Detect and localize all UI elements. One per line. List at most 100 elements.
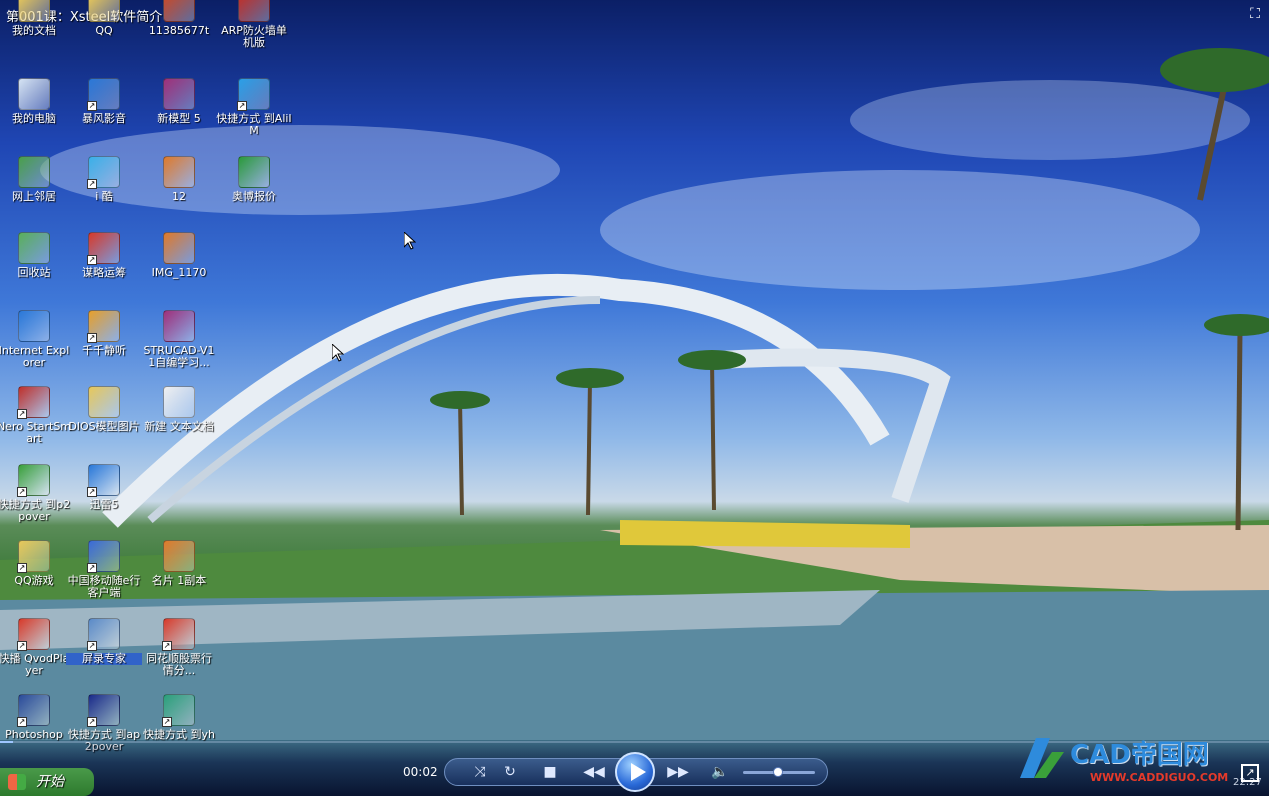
desktop-icon[interactable]: 奥博报价 bbox=[216, 156, 292, 203]
desktop-icon-label: 快捷方式 到AliIM bbox=[216, 112, 292, 137]
desktop-icon[interactable]: ↗ 同花顺股票行情分... bbox=[141, 618, 217, 677]
desktop-icon[interactable]: ↗ 谋略运筹 bbox=[66, 232, 142, 279]
shortcut-arrow-icon: ↗ bbox=[17, 409, 27, 419]
watermark-text: CAD帝国网 bbox=[1070, 740, 1209, 770]
seek-bar-progress bbox=[0, 741, 13, 743]
desktop-icon-label: 奥博报价 bbox=[232, 190, 276, 203]
desktop-icon-label: 网上邻居 bbox=[12, 190, 56, 203]
volume-icon[interactable]: 🔈 bbox=[710, 762, 730, 782]
desktop-icon-label: 11385677t bbox=[148, 24, 210, 37]
desktop-icon[interactable]: ARP防火墙单机版 bbox=[216, 0, 292, 49]
desktop-icon-label: 同花顺股票行情分... bbox=[146, 652, 212, 677]
fast-forward-icon[interactable]: ▶▶ bbox=[664, 762, 692, 782]
desktop-icon-label: Nero StartSmart bbox=[0, 420, 72, 445]
desktop-icon[interactable]: ↗ 快捷方式 到p2pover bbox=[0, 464, 72, 523]
stop-icon[interactable]: ■ bbox=[540, 762, 560, 782]
desktop-icon[interactable]: IMG_1170 bbox=[141, 232, 217, 279]
documents-folder-icon bbox=[18, 0, 50, 22]
desktop-icon[interactable]: 网上邻居 bbox=[0, 156, 72, 203]
folder-icon bbox=[88, 386, 120, 418]
shortcut-arrow-icon: ↗ bbox=[87, 333, 97, 343]
start-button[interactable]: 开始 bbox=[0, 768, 94, 796]
volume-slider-knob[interactable] bbox=[772, 767, 783, 777]
desktop-icon[interactable]: DIOS模型图片 bbox=[66, 386, 142, 433]
desktop-icon[interactable]: ↗ 暴风影音 bbox=[66, 78, 142, 125]
desktop-icon[interactable]: ↗ 屏录专家 bbox=[66, 618, 142, 665]
desktop-icon[interactable]: 回收站 bbox=[0, 232, 72, 279]
storm-player-icon: ↗ bbox=[87, 78, 120, 111]
desktop-icon[interactable]: QQ bbox=[66, 0, 142, 37]
desktop-icon[interactable]: 12 bbox=[141, 156, 217, 203]
shortcut-arrow-icon: ↗ bbox=[17, 717, 27, 727]
desktop-icon[interactable]: ↗ Photoshop bbox=[0, 694, 72, 741]
desktop-icon-label: IMG_1170 bbox=[151, 266, 207, 279]
excel-file-icon bbox=[238, 156, 270, 188]
nero-icon: ↗ bbox=[17, 386, 50, 419]
desktop-icon[interactable]: 11385677t bbox=[141, 0, 217, 37]
desktop-icon[interactable]: ↗ 快播 QvodPlayer bbox=[0, 618, 72, 677]
china-mobile-icon: ↗ bbox=[87, 540, 120, 573]
desktop-icon[interactable]: ↗ 快捷方式 到yh bbox=[141, 694, 217, 741]
repeat-icon[interactable]: ↻ bbox=[500, 762, 520, 782]
shortcut-arrow-icon: ↗ bbox=[87, 255, 97, 265]
image-file-icon bbox=[163, 540, 195, 572]
ttplayer-icon: ↗ bbox=[87, 310, 120, 343]
image-file-icon bbox=[163, 232, 195, 264]
desktop-icon[interactable]: ↗ Nero StartSmart bbox=[0, 386, 72, 445]
desktop-icon[interactable]: ↗ i 酷 bbox=[66, 156, 142, 203]
internet-explorer-icon bbox=[18, 310, 50, 342]
desktop-icon[interactable]: Internet Explorer bbox=[0, 310, 72, 369]
qvod-player-icon: ↗ bbox=[17, 618, 50, 651]
desktop-icon-label: 名片 1副本 bbox=[151, 574, 207, 587]
shortcut-arrow-icon: ↗ bbox=[87, 101, 97, 111]
shortcut-arrow-icon: ↗ bbox=[87, 179, 97, 189]
winrar-archive-icon bbox=[163, 78, 195, 110]
desktop-icon[interactable]: ↗ QQ游戏 bbox=[0, 540, 72, 587]
desktop-icon-label: 我的电脑 bbox=[12, 112, 56, 125]
shortcut-arrow-icon: ↗ bbox=[237, 101, 247, 111]
desktop-icon[interactable]: ↗ 千千静听 bbox=[66, 310, 142, 357]
desktop-icon-label: 12 bbox=[172, 190, 186, 203]
fullscreen-toggle-icon[interactable]: ⛶ bbox=[1247, 6, 1263, 22]
desktop-icon-label: 屏录专家 bbox=[66, 653, 142, 665]
network-places-icon bbox=[18, 156, 50, 188]
desktop-icon[interactable]: 名片 1副本 bbox=[141, 540, 217, 587]
desktop-icon[interactable]: 我的电脑 bbox=[0, 78, 72, 125]
play-icon[interactable] bbox=[615, 752, 655, 792]
shuffle-icon[interactable]: ⤨ bbox=[470, 762, 490, 782]
shortcut-arrow-icon: ↗ bbox=[87, 641, 97, 651]
desktop-icon-label: ARP防火墙单机版 bbox=[221, 24, 287, 49]
desktop-icon-label: Internet Explorer bbox=[0, 344, 70, 369]
desktop-icon[interactable]: ↗ 中国移动随e行客户端 bbox=[66, 540, 142, 599]
qq-game-icon: ↗ bbox=[17, 540, 50, 573]
shortcut-arrow-icon: ↗ bbox=[17, 487, 27, 497]
desktop-icon[interactable]: 新建 文本文档 bbox=[141, 386, 217, 433]
desktop-icon-label: QQ bbox=[95, 24, 113, 37]
rewind-icon[interactable]: ◀◀ bbox=[580, 762, 608, 782]
expand-icon[interactable]: ↗ bbox=[1241, 764, 1259, 782]
qq-penguin-icon bbox=[88, 0, 120, 22]
desktop-icon-label: STRUCAD-V11自编学习... bbox=[143, 344, 215, 369]
desktop-icon-label: 回收站 bbox=[17, 266, 51, 279]
desktop-icon[interactable]: 我的文档 bbox=[0, 0, 72, 37]
shortcut-arrow-icon: ↗ bbox=[87, 487, 97, 497]
watermark-url: WWW.CADDIGUO.COM bbox=[1090, 771, 1229, 784]
shortcut-arrow-icon: ↗ bbox=[17, 641, 27, 651]
desktop-icon[interactable]: 新模型 5 bbox=[141, 78, 217, 125]
yh-shortcut-icon: ↗ bbox=[162, 694, 195, 727]
shortcut-arrow-icon: ↗ bbox=[162, 717, 172, 727]
desktop-icon-label: 新建 文本文档 bbox=[144, 420, 214, 433]
ap2pover-icon: ↗ bbox=[87, 694, 120, 727]
photoshop-icon: ↗ bbox=[17, 694, 50, 727]
desktop-icon-label: i 酷 bbox=[95, 190, 113, 203]
desktop-icon[interactable]: ↗ 快捷方式 到AliIM bbox=[216, 78, 292, 137]
desktop-icon[interactable]: ↗ 迅雷5 bbox=[66, 464, 142, 511]
winrar-archive-icon bbox=[163, 310, 195, 342]
desktop-icon-label: 千千静听 bbox=[82, 344, 126, 357]
shortcut-arrow-icon: ↗ bbox=[87, 563, 97, 573]
desktop-icon-label: DIOS模型图片 bbox=[68, 420, 140, 433]
thunder-download-icon: ↗ bbox=[87, 464, 120, 497]
desktop-icon-label: 新模型 5 bbox=[157, 112, 201, 125]
desktop-icon[interactable]: STRUCAD-V11自编学习... bbox=[141, 310, 217, 369]
desktop-icon-label: 迅雷5 bbox=[89, 498, 119, 511]
